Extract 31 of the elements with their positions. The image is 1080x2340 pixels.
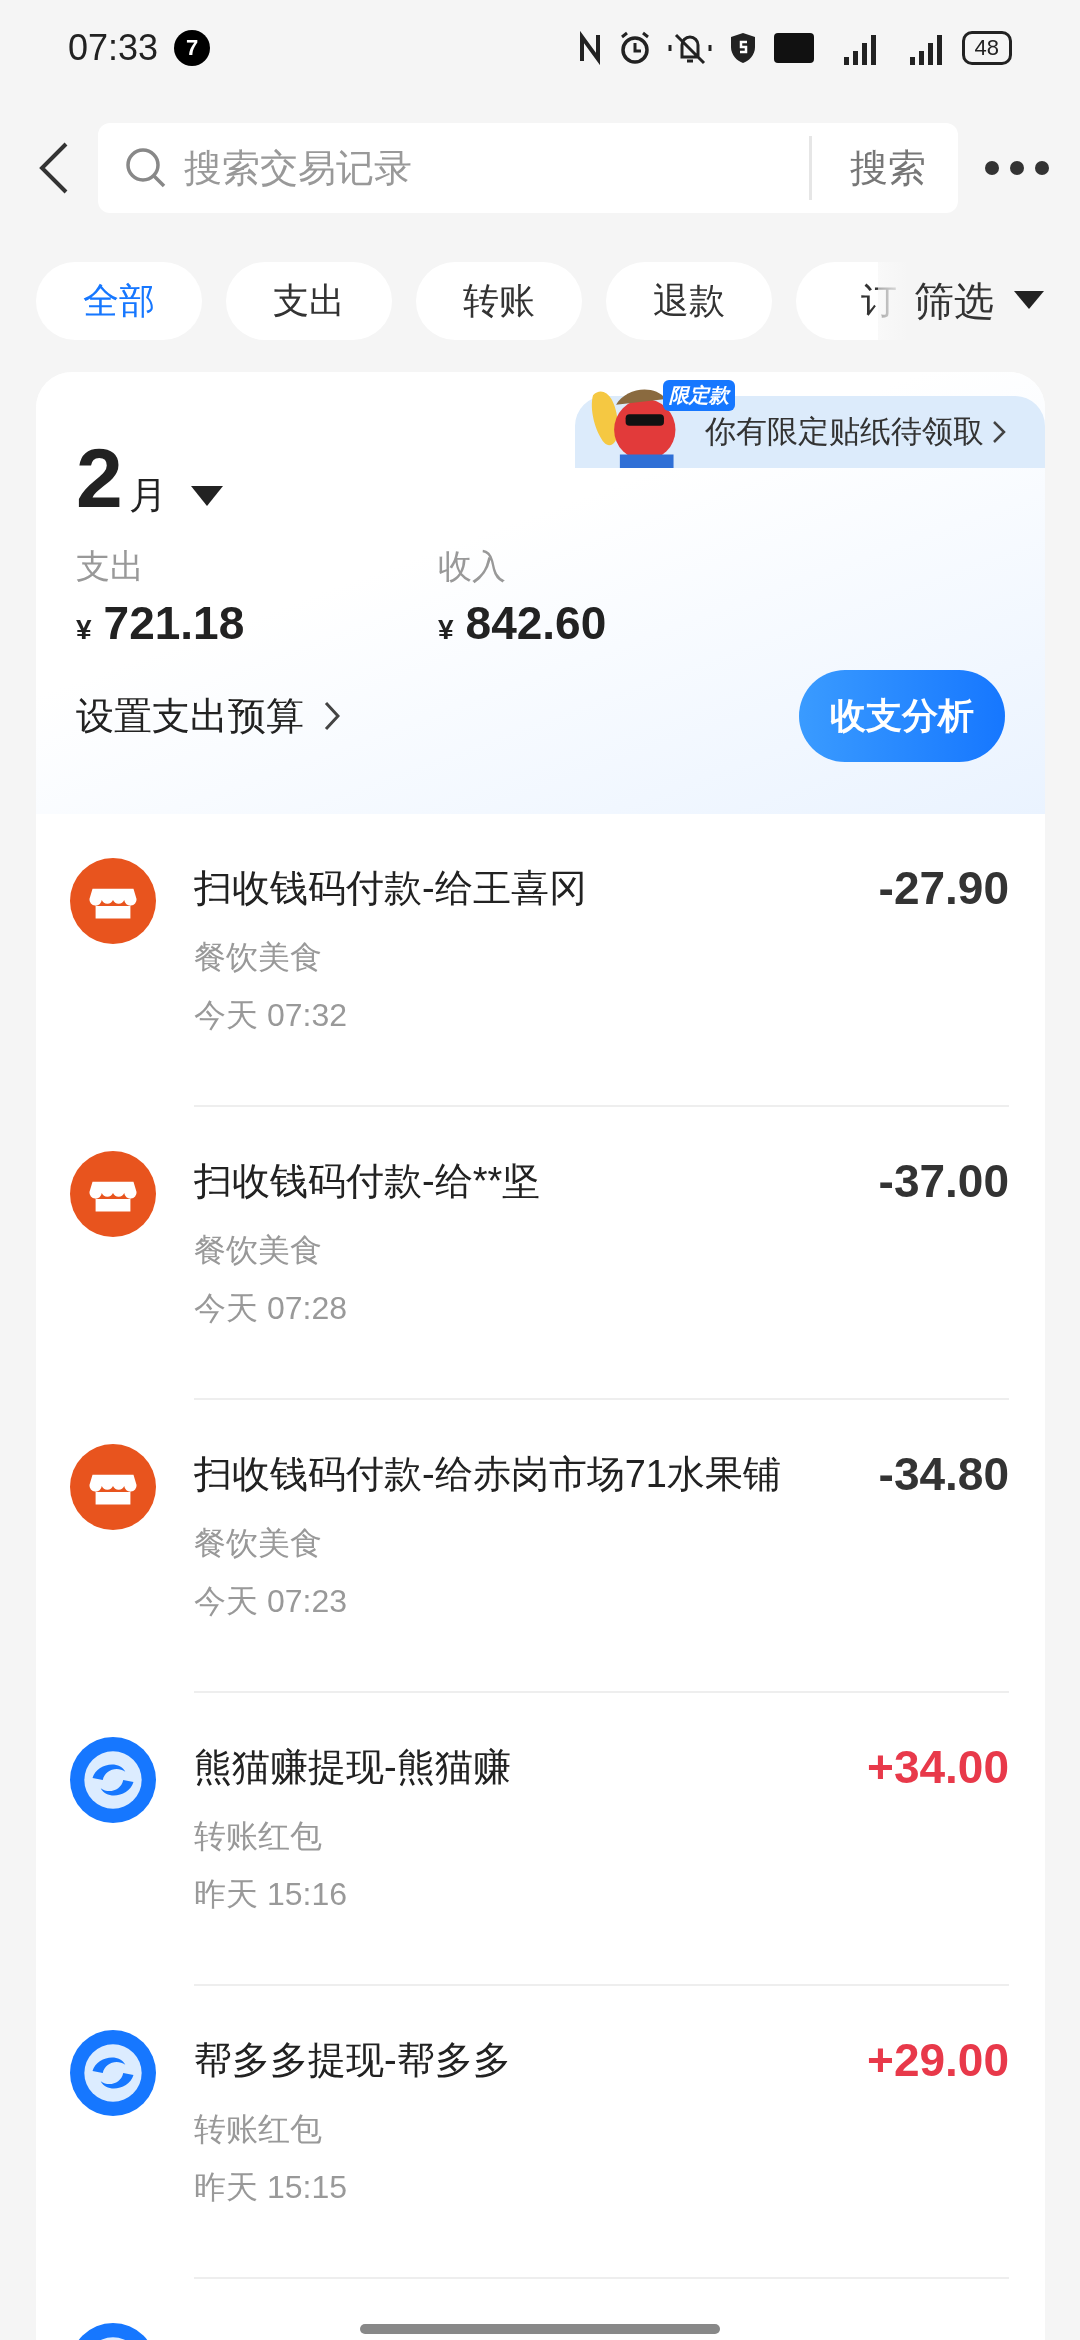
transaction-category: 餐饮美食 [194,1524,323,1563]
transaction-amount: +34.00 [867,1740,1009,1795]
transaction-title: 熊猫赚提现-熊猫赚 [194,1745,511,1790]
transaction-title: 扫收钱码付款-给王喜冈 [194,866,587,911]
transaction-category: 餐饮美食 [194,1231,323,1270]
transaction-category: 转账红包 [194,1817,323,1856]
transaction-amount: -37.00 [878,1154,1009,1209]
limited-badge: 限定款 [663,380,735,411]
transaction-amount: -34.80 [878,1447,1009,1502]
transaction-title: 扫收钱码付款-给**坚 [194,1159,541,1204]
promo-text: 你有限定贴纸待领取 [705,413,984,451]
transaction-category: 餐饮美食 [194,938,323,977]
transaction-amount: -27.90 [878,861,1009,916]
currency-symbol: ¥ [76,614,92,646]
expense-label: 支出 [76,546,145,587]
transaction-amount: +29.00 [867,2033,1009,2088]
transaction-time: 今天 07:28 [194,1289,348,1328]
income-label: 收入 [438,546,507,587]
transaction-time: 今天 07:32 [194,996,348,1035]
transaction-category: 转账红包 [194,2110,323,2149]
currency-symbol: ¥ [438,614,454,646]
clock: 07:33 [68,27,159,69]
battery-indicator: 48 [961,31,1012,65]
transaction-title: 帮多多提现-帮多多 [194,2038,511,2083]
notification-badge: 7 [174,30,211,66]
transaction-title: 扫收钱码付款-给赤岗市场71水果铺 [194,1452,781,1497]
transaction-time: 今天 07:23 [194,1582,348,1621]
expense-total: 721.18 [103,596,245,650]
transaction-time: 昨天 15:16 [194,1875,348,1914]
transaction-time: 昨天 15:15 [194,2168,348,2207]
income-total: 842.60 [465,596,607,650]
